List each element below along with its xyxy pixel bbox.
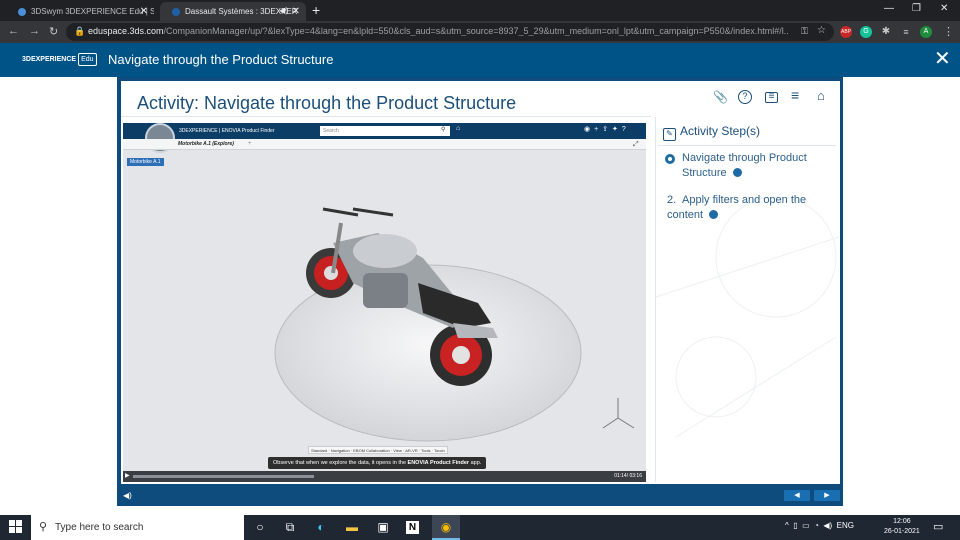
- browser-tab-3dswym[interactable]: 3DSwym 3DEXPERIENCE Edu | St ✕: [6, 2, 154, 21]
- action-tab-ebom[interactable]: EBOM Collaboration: [353, 448, 389, 453]
- browser-tab-strip: 3DSwym 3DEXPERIENCE Edu | St ✕ Dassault …: [0, 0, 960, 21]
- play-icon[interactable]: ▶: [125, 472, 130, 479]
- taskbar-clock[interactable]: 12:06 26-01-2021: [884, 517, 920, 537]
- previous-button[interactable]: ◀: [784, 490, 810, 501]
- url-input[interactable]: 🔒 eduspace.3ds.com/CompanionManager/up/?…: [66, 23, 834, 41]
- page-bottom-strip: [0, 506, 960, 515]
- steps-header: ✎ Activity Step(s): [663, 124, 760, 141]
- title-divider: [121, 116, 651, 117]
- taskbar-search-input[interactable]: ⚲ Type here to search: [31, 515, 244, 540]
- back-icon[interactable]: ←: [8, 25, 19, 37]
- tray-chevron-icon[interactable]: ^: [785, 521, 789, 530]
- media-controls-icon[interactable]: ≡: [900, 26, 912, 38]
- activity-title: Activity: Navigate through the Product S…: [137, 93, 517, 113]
- edge-icon[interactable]: ◐: [313, 519, 329, 535]
- speaker-icon[interactable]: ◀): [823, 521, 832, 530]
- chrome-icon[interactable]: ◉: [438, 519, 454, 535]
- action-tab-standard[interactable]: Standard: [311, 448, 327, 453]
- profile-avatar[interactable]: A: [920, 26, 932, 38]
- step-status-icon: [709, 210, 719, 219]
- close-tab-icon[interactable]: ✕: [292, 6, 300, 17]
- browser-menu-icon[interactable]: ⋮: [943, 25, 954, 38]
- video-viewer[interactable]: 3DEXPERIENCE | ENOVIA Product Finder Sea…: [123, 123, 646, 482]
- 3dexperience-edu-logo: 3DEXPERIENCE Edu: [22, 51, 98, 68]
- steps-divider: [658, 145, 836, 146]
- battery-icon[interactable]: ▭: [802, 521, 810, 530]
- video-time: 01:14/ 03:16: [614, 473, 642, 479]
- lock-icon: 🔒: [74, 26, 86, 36]
- bookmark-star-icon[interactable]: ☆: [817, 25, 826, 36]
- menu-icon[interactable]: ≡: [791, 87, 799, 103]
- task-view-icon[interactable]: ⧉: [282, 519, 298, 535]
- reload-icon[interactable]: ↻: [49, 25, 58, 38]
- browser-tab-title: 3DSwym 3DEXPERIENCE Edu | St: [31, 7, 154, 16]
- app-header: 3DEXPERIENCE Edu Navigate through the Pro…: [0, 43, 960, 77]
- dassault-favicon-icon: [172, 7, 180, 16]
- action-tab-view[interactable]: View: [393, 448, 402, 453]
- current-step-bullet-icon: [665, 154, 675, 164]
- 3d-scene[interactable]: [123, 123, 646, 482]
- attachment-icon[interactable]: 📎: [713, 90, 728, 104]
- player-footer: [117, 486, 843, 506]
- 3dx-action-bar[interactable]: Standard · Navigation · EBOM Collaborati…: [308, 446, 448, 454]
- step-label: Navigate through Product Structure: [682, 152, 807, 179]
- audio-icon[interactable]: ◀): [279, 6, 288, 15]
- network-icon[interactable]: ◔: [814, 521, 819, 530]
- next-button[interactable]: ▶: [814, 490, 840, 501]
- minimize-icon[interactable]: —: [884, 3, 894, 14]
- system-tray[interactable]: ^ ▯ ▭ ◔ ◀) ENG: [785, 521, 854, 530]
- extension-icon[interactable]: ✱: [880, 26, 892, 38]
- action-tab-touch[interactable]: Touch: [434, 448, 445, 453]
- edit-icon: ✎: [663, 128, 676, 141]
- address-bar: ← → ↻ 🔒 eduspace.3ds.com/CompanionManage…: [0, 21, 960, 43]
- language-indicator[interactable]: ENG: [837, 521, 854, 530]
- close-tab-icon[interactable]: ✕: [140, 6, 148, 17]
- help-icon[interactable]: ?: [738, 90, 752, 104]
- restore-icon[interactable]: ❐: [912, 3, 921, 14]
- store-icon[interactable]: ▣: [375, 519, 391, 535]
- action-tab-arvr[interactable]: AR-VR: [405, 448, 417, 453]
- captions-icon[interactable]: ≡: [765, 92, 778, 103]
- 3dswym-favicon-icon: [18, 7, 26, 16]
- video-progress-fill: [133, 475, 314, 478]
- action-tab-tools[interactable]: Tools: [421, 448, 430, 453]
- action-tab-navigation[interactable]: Navigation: [331, 448, 350, 453]
- step-2[interactable]: 2. Apply filters and open the content: [667, 193, 832, 223]
- step-number: 2.: [667, 194, 677, 206]
- notifications-icon[interactable]: ▭: [933, 520, 943, 533]
- notion-icon[interactable]: N: [406, 521, 419, 534]
- url-text: eduspace.3ds.com/CompanionManager/up/?&l…: [88, 26, 788, 36]
- adblock-extension-icon[interactable]: ABP: [840, 26, 852, 38]
- home-icon[interactable]: ⌂: [817, 88, 825, 103]
- forward-icon[interactable]: →: [29, 25, 40, 37]
- search-icon: ⚲: [39, 521, 48, 533]
- video-progress-bar[interactable]: ▶ 01:14/ 03:16: [123, 471, 646, 482]
- grammarly-extension-icon[interactable]: G: [860, 26, 872, 38]
- new-tab-button[interactable]: +: [312, 2, 320, 18]
- step-status-icon: [732, 168, 742, 177]
- windows-start-icon[interactable]: [9, 520, 22, 533]
- close-window-icon[interactable]: ✕: [940, 3, 948, 14]
- tray-device-icon[interactable]: ▯: [793, 521, 797, 530]
- video-caption: Observe that when we explore the data, i…: [268, 457, 487, 469]
- step-1[interactable]: Navigate through Product Structure: [682, 151, 832, 181]
- cortana-icon[interactable]: ○: [252, 519, 268, 535]
- close-icon[interactable]: ✕: [934, 49, 951, 69]
- step-label: Apply filters and open the content: [667, 194, 807, 221]
- axis-compass-icon: [602, 398, 635, 429]
- key-icon[interactable]: ⚿: [801, 26, 808, 37]
- file-explorer-icon[interactable]: ▬: [344, 519, 360, 535]
- app-title: Navigate through the Product Structure: [108, 52, 334, 67]
- volume-icon[interactable]: ◀): [123, 491, 132, 500]
- browser-tab-dassault[interactable]: Dassault Systèmes : 3DEXPER ◀) ✕: [160, 2, 306, 21]
